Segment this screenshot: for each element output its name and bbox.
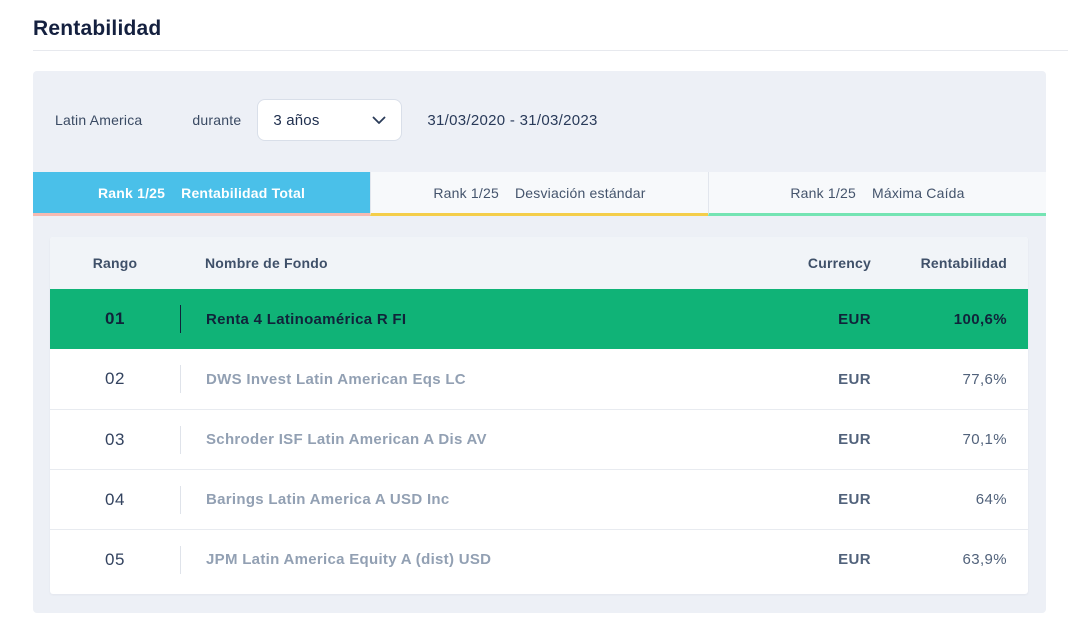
column-header-nombre: Nombre de Fondo [205,255,328,271]
title-divider [33,50,1068,51]
value-cell: 77,6% [962,370,1007,388]
rank-cell: 04 [105,489,125,509]
date-range: 31/03/2020 - 31/03/2023 [427,111,598,129]
rank-cell: 01 [105,309,125,328]
currency-cell: EUR [838,551,871,568]
table-body: 01 Renta 4 Latinoamérica R FI EUR 100,6%… [50,289,1028,589]
value-cell: 70,1% [962,431,1007,448]
durante-label: durante [192,112,242,128]
table-row[interactable]: 04 Barings Latin America A USD Inc EUR 6… [50,469,1028,529]
fund-name: Schroder ISF Latin American A Dis AV [180,425,761,454]
value-cell: 63,9% [962,551,1007,568]
region-label: Latin America [55,112,143,128]
currency-cell: EUR [838,431,871,448]
tab-rank: Rank 1/25 [433,184,499,201]
filter-row: Latin America durante 3 años 31/03/2020 … [33,71,1046,141]
currency-cell: EUR [838,370,871,388]
table-row[interactable]: 02 DWS Invest Latin American Eqs LC EUR … [50,349,1028,409]
column-header-rango: Rango [92,255,138,271]
fund-name: Barings Latin America A USD Inc [180,485,761,514]
value-cell: 100,6% [953,310,1007,328]
currency-cell: EUR [838,310,871,328]
fund-name: DWS Invest Latin American Eqs LC [180,365,761,393]
tab-rank: Rank 1/25 [97,184,166,201]
currency-cell: EUR [838,491,871,508]
value-cell: 64% [975,491,1007,508]
rank-tabs: Rank 1/25 Rentabilidad Total Rank 1/25 D… [33,172,1046,216]
period-dropdown[interactable]: 3 años [257,99,403,141]
fund-name: JPM Latin America Equity A (dist) USD [180,545,761,574]
chevron-down-icon [372,116,386,125]
ranking-table: Rango Nombre de Fondo Currency Rentabili… [50,237,1028,594]
table-header-row: Rango Nombre de Fondo Currency Rentabili… [50,237,1028,289]
tab-desviacion-estandar[interactable]: Rank 1/25 Desviación estándar [370,172,708,216]
tab-rentabilidad-total[interactable]: Rank 1/25 Rentabilidad Total [33,172,370,216]
tab-label: Rentabilidad Total [181,184,306,201]
table-row[interactable]: 05 JPM Latin America Equity A (dist) USD… [50,529,1028,589]
rank-cell: 02 [105,369,125,388]
tab-rank: Rank 1/25 [790,184,856,201]
tab-maxima-caida[interactable]: Rank 1/25 Máxima Caída [708,172,1046,216]
column-header-rentabilidad: Rentabilidad [920,255,1007,271]
tab-label: Máxima Caída [871,184,965,201]
rank-cell: 03 [105,429,125,449]
period-selected-value: 3 años [273,111,320,129]
fund-name: Renta 4 Latinoamérica R FI [180,305,761,333]
page-title: Rentabilidad [33,17,162,40]
table-row[interactable]: 03 Schroder ISF Latin American A Dis AV … [50,409,1028,469]
rank-cell: 05 [105,549,125,569]
tab-label: Desviación estándar [514,184,646,201]
table-row[interactable]: 01 Renta 4 Latinoamérica R FI EUR 100,6% [50,289,1028,349]
rentabilidad-panel: Latin America durante 3 años 31/03/2020 … [33,71,1046,613]
column-header-currency: Currency [807,255,871,271]
